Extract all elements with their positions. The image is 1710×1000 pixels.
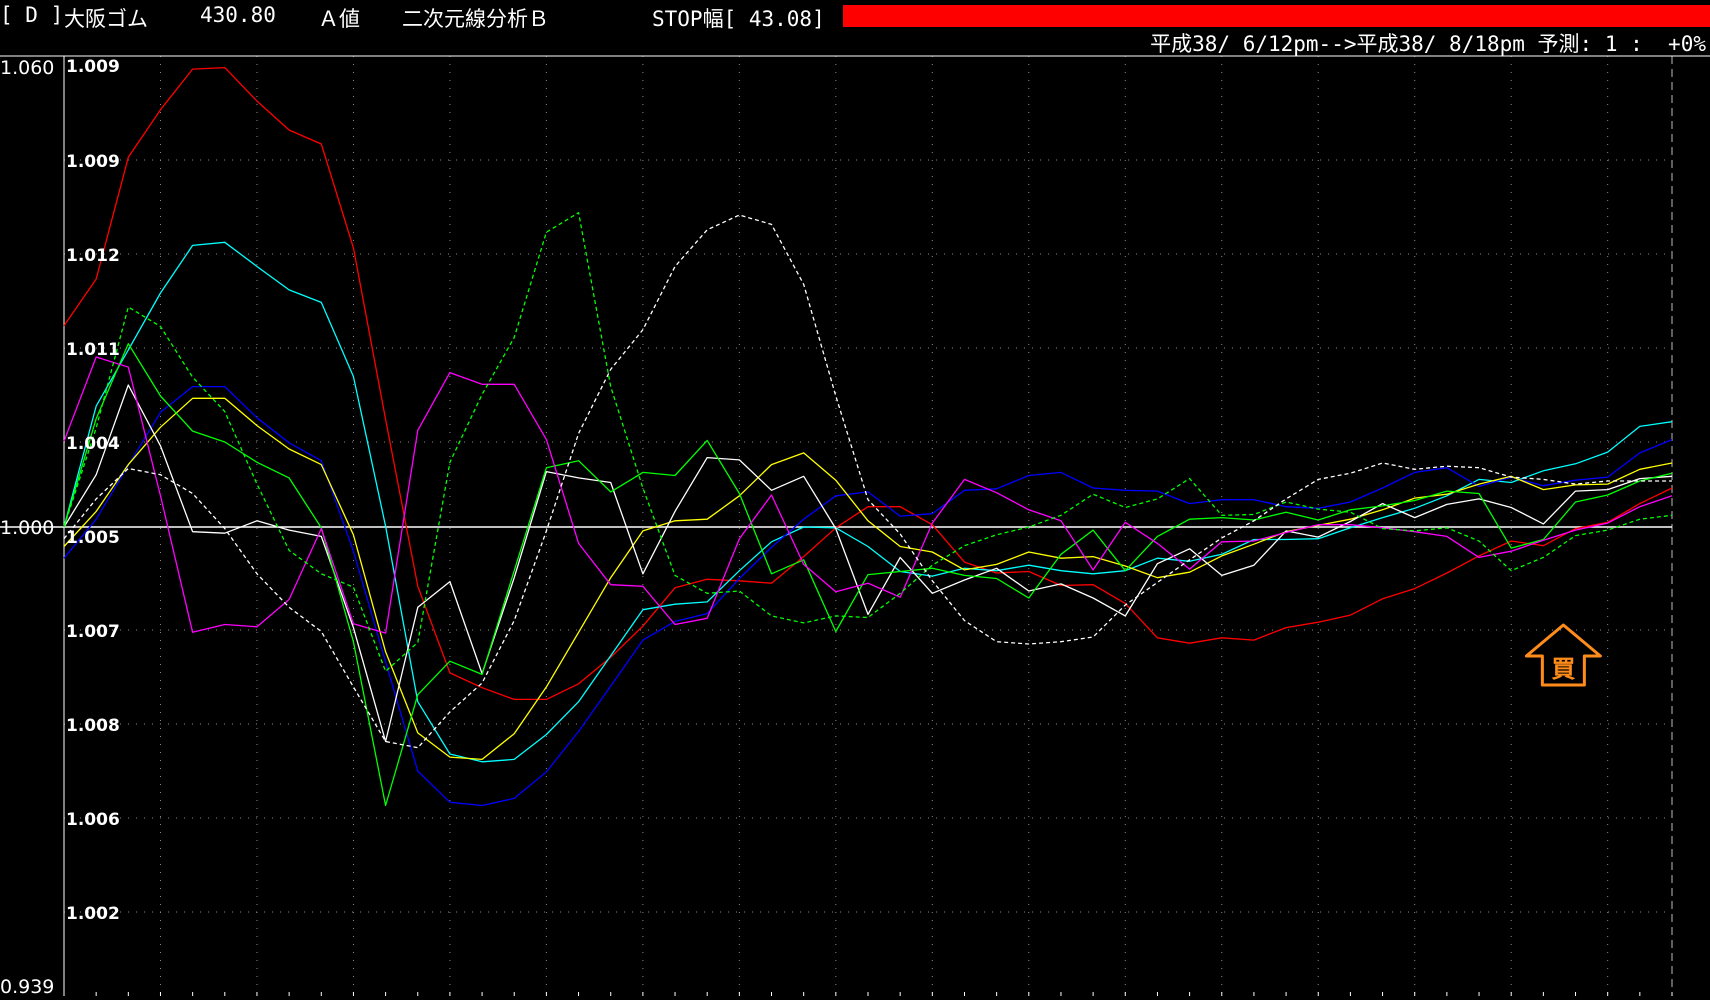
y-axis-inner-label: 1.006 bbox=[66, 810, 120, 830]
series-line-7 bbox=[63, 356, 1673, 634]
y-axis-inner-label: 1.008 bbox=[66, 716, 120, 736]
y-axis-inner-label: 1.012 bbox=[66, 246, 120, 266]
y-axis-inner-label: 1.002 bbox=[66, 904, 120, 924]
series-line-9 bbox=[63, 214, 1672, 749]
chart-axis bbox=[0, 55, 1710, 996]
chart-series bbox=[63, 66, 1673, 807]
y-axis-inner-label: 1.004 bbox=[66, 434, 120, 454]
line-chart: 1.060 1.000 0.939 1.009 1.009 1.012 1.011 1.004… bbox=[0, 55, 1710, 998]
y-axis-inner-label: 1.009 bbox=[66, 57, 120, 77]
y-axis-top-label: 1.060 bbox=[0, 57, 54, 79]
y-axis-inner-label: 1.011 bbox=[66, 340, 120, 360]
y-axis-inner-label: 1.007 bbox=[66, 622, 120, 642]
series-line-6 bbox=[63, 343, 1673, 807]
y-axis-middle-label: 1.000 bbox=[0, 517, 54, 539]
chart-grid bbox=[64, 56, 1673, 996]
series-line-3 bbox=[63, 385, 1673, 807]
y-axis-inner-label: 1.009 bbox=[66, 152, 120, 172]
y-axis-inner-label: 1.005 bbox=[66, 528, 120, 548]
buy-signal-label: 買 bbox=[1551, 655, 1575, 683]
series-line-8 bbox=[63, 212, 1673, 672]
chart-annotation: 買 bbox=[1524, 623, 1602, 687]
series-line-1 bbox=[63, 66, 1673, 701]
y-axis-bottom-label: 0.939 bbox=[0, 976, 54, 998]
